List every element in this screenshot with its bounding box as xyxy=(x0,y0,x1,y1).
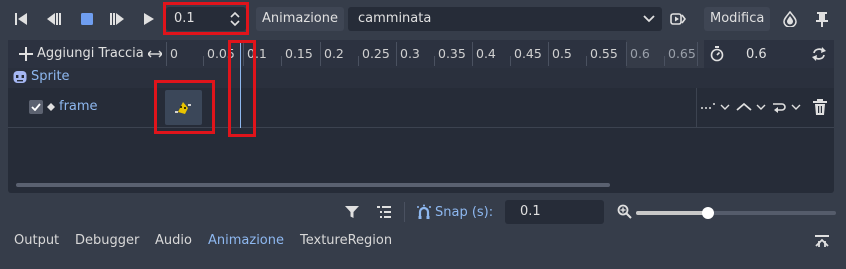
tick-label: 0.65 xyxy=(668,46,696,61)
pin-icon[interactable] xyxy=(811,9,833,29)
highlight-box-time xyxy=(163,2,249,35)
animation-selected: camminata xyxy=(358,11,432,26)
track-options-divider xyxy=(696,88,697,128)
zoom-slider-fill xyxy=(636,211,709,215)
tick-label: 0 xyxy=(170,46,178,61)
tab-audio[interactable]: Audio xyxy=(155,233,192,248)
track-property-name[interactable]: frame xyxy=(59,99,98,114)
edit-label: Modifica xyxy=(710,11,765,26)
property-track-icon xyxy=(46,101,56,113)
add-track-label: Aggiungi Traccia xyxy=(37,46,144,61)
expand-panel-icon[interactable] xyxy=(812,233,832,249)
zoom-slider[interactable] xyxy=(636,207,836,219)
tick-label: 0.55 xyxy=(590,46,618,61)
fit-width-icon[interactable] xyxy=(146,46,164,62)
tick-label: 0.35 xyxy=(438,46,466,61)
animation-toolbar: 0.1 Animazione camminata Modifica xyxy=(0,0,846,38)
add-icon xyxy=(18,46,34,62)
group-tracks-icon[interactable] xyxy=(375,203,393,221)
animation-button[interactable]: Animazione xyxy=(256,7,344,31)
play-backward-icon[interactable] xyxy=(10,9,32,29)
snap-icon[interactable] xyxy=(415,203,433,221)
bottom-divider xyxy=(404,202,405,222)
track-group-name: Sprite xyxy=(31,69,70,84)
filter-icon[interactable] xyxy=(343,203,361,221)
step-forward-icon[interactable] xyxy=(106,9,128,29)
track-group-row[interactable] xyxy=(8,68,834,88)
trash-icon[interactable] xyxy=(810,98,830,116)
tick-label: 0.15 xyxy=(285,46,313,61)
stopwatch-icon[interactable] xyxy=(708,45,726,63)
play-icon[interactable] xyxy=(138,9,160,29)
tick-label: 0.45 xyxy=(514,46,542,61)
loop-wrap-icon[interactable] xyxy=(769,99,803,115)
interpolation-icon[interactable] xyxy=(734,99,768,115)
animation-label: Animazione xyxy=(262,11,339,26)
tab-output[interactable]: Output xyxy=(14,233,59,248)
loop-icon[interactable] xyxy=(809,45,829,63)
tick-label: 0.6 xyxy=(630,46,650,61)
step-backward-icon[interactable] xyxy=(43,9,65,29)
sprite-node-icon xyxy=(13,70,27,84)
tick-line xyxy=(697,42,698,66)
snap-label: Snap (s): xyxy=(435,205,494,220)
highlight-box-playhead xyxy=(228,40,256,137)
update-mode-icon[interactable] xyxy=(698,99,732,115)
tick-label: 0.5 xyxy=(552,46,572,61)
add-track-button[interactable]: Aggiungi Traccia xyxy=(18,44,146,64)
animation-select[interactable]: camminata xyxy=(348,7,662,31)
onion-skin-icon[interactable] xyxy=(779,9,801,29)
tick-label: 0.2 xyxy=(324,46,344,61)
zoom-slider-grabber[interactable] xyxy=(702,207,714,219)
zoom-icon xyxy=(616,203,634,221)
tick-label: 0.25 xyxy=(362,46,390,61)
edit-menu-button[interactable]: Modifica xyxy=(704,7,770,31)
stop-icon[interactable] xyxy=(76,9,98,29)
chevron-down-icon xyxy=(642,12,656,26)
autoplay-icon[interactable] xyxy=(667,9,689,29)
tab-texture-region[interactable]: TextureRegion xyxy=(300,233,392,248)
tick-label: 0.4 xyxy=(476,46,496,61)
snap-input[interactable]: 0.1 xyxy=(505,200,604,224)
tab-debugger[interactable]: Debugger xyxy=(75,233,139,248)
tab-animation[interactable]: Animazione xyxy=(208,233,284,248)
track-enable-checkbox[interactable] xyxy=(29,100,43,114)
highlight-box-keyframe xyxy=(154,80,215,134)
animation-length-value[interactable]: 0.6 xyxy=(746,47,767,62)
horizontal-scrollbar[interactable] xyxy=(16,183,610,187)
snap-value: 0.1 xyxy=(520,204,541,219)
tick-label: 0.3 xyxy=(400,46,420,61)
